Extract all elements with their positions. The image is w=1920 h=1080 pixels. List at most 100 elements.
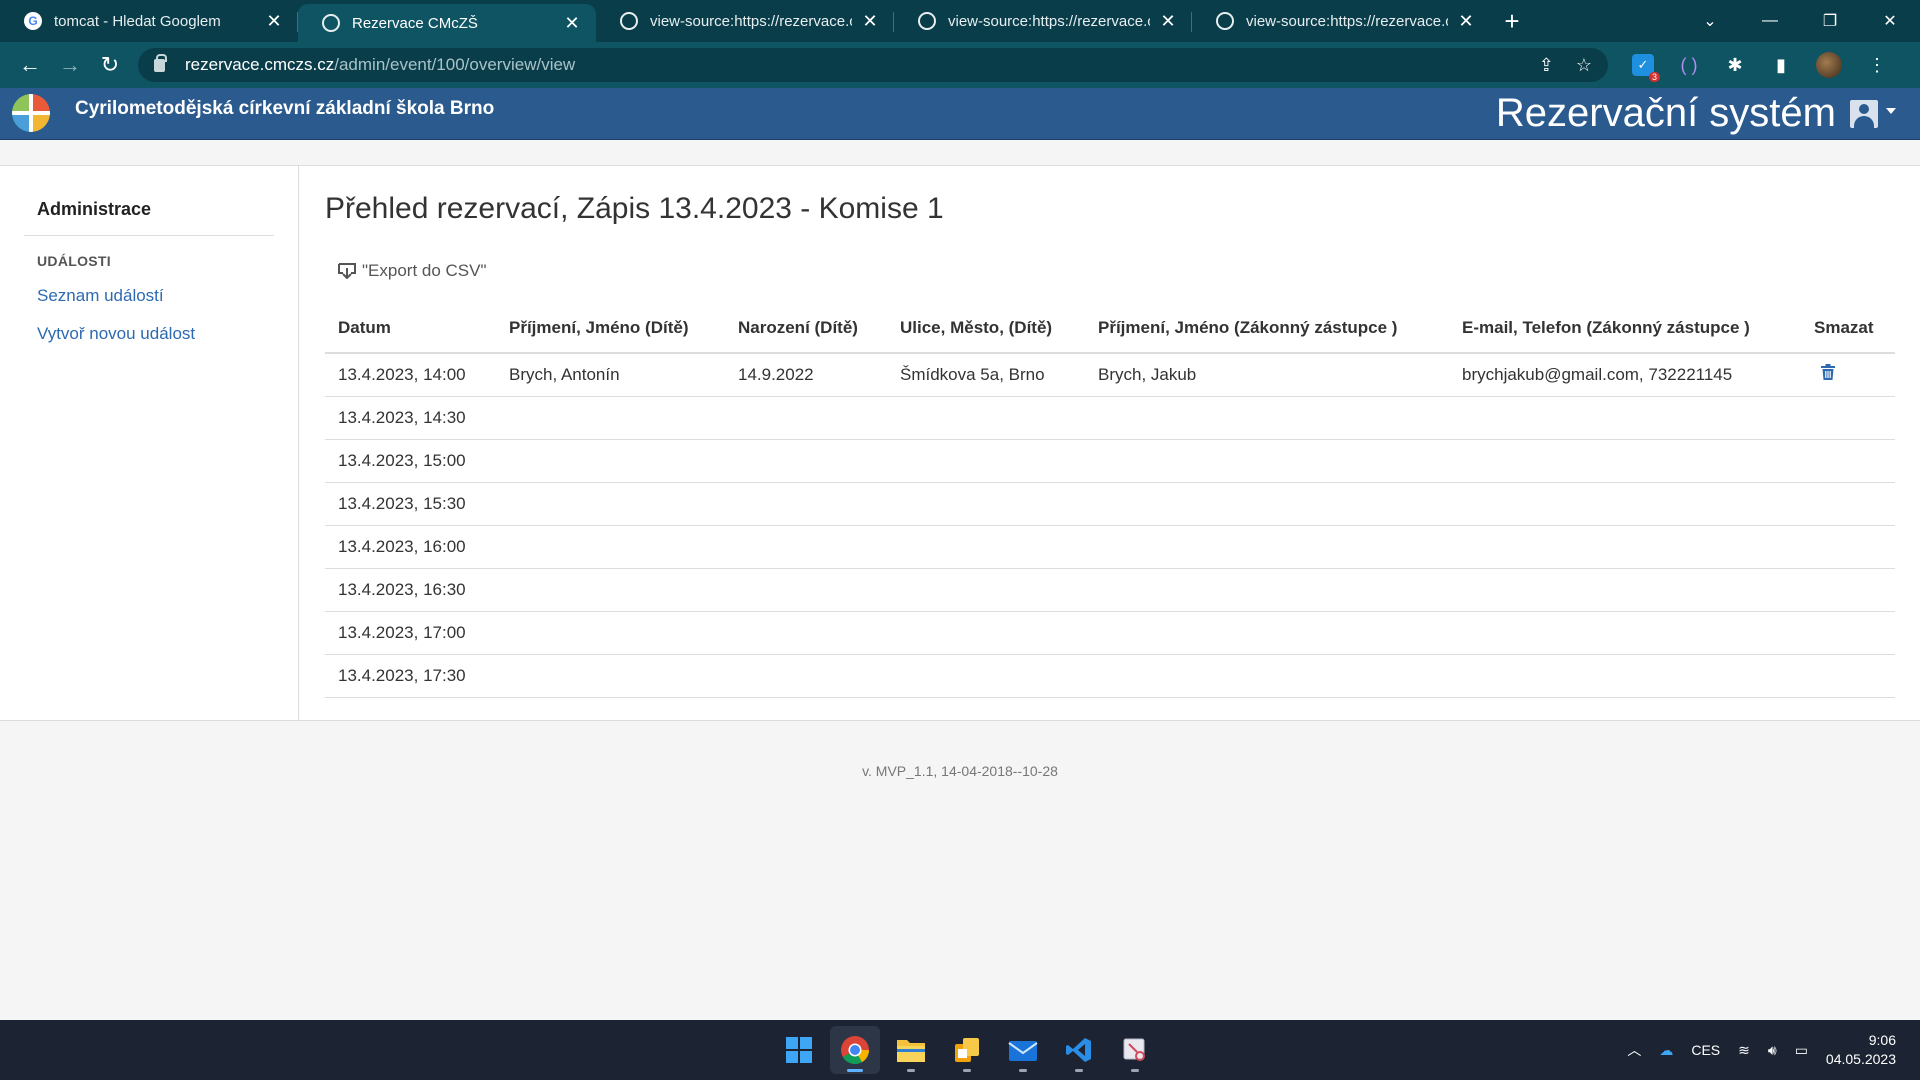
address-bar[interactable]: rezervace.cmczs.cz/admin/event/100/overv… bbox=[138, 48, 1608, 82]
menu-kebab-icon[interactable]: ⋮ bbox=[1866, 54, 1888, 76]
google-icon: G bbox=[24, 12, 42, 30]
file-explorer-icon[interactable] bbox=[886, 1026, 936, 1074]
onedrive-icon[interactable]: ☁ bbox=[1659, 1042, 1673, 1059]
cell-contact bbox=[1449, 482, 1801, 526]
cell-child-name bbox=[496, 611, 725, 655]
window-controls: ⌄ — ❐ ✕ bbox=[1680, 0, 1920, 42]
browser-tab-active[interactable]: Rezervace CMcZŠ ✕ bbox=[298, 4, 596, 42]
cell-contact bbox=[1449, 525, 1801, 569]
bookmark-star-icon[interactable]: ☆ bbox=[1576, 55, 1592, 76]
cell-birth bbox=[725, 482, 887, 526]
battery-icon[interactable]: ▭ bbox=[1795, 1042, 1808, 1059]
close-tab-icon[interactable]: ✕ bbox=[264, 11, 284, 32]
sidebar-section-events: UDÁLOSTI bbox=[37, 253, 111, 269]
new-tab-button[interactable]: + bbox=[1490, 0, 1534, 42]
cell-guardian bbox=[1085, 525, 1449, 569]
browser-tab[interactable]: view-source:https://rezervace.cm ✕ bbox=[894, 0, 1192, 42]
sidebar-item-event-list[interactable]: Seznam událostí bbox=[37, 286, 164, 306]
cell-delete bbox=[1801, 353, 1895, 397]
chevron-down-icon[interactable] bbox=[1886, 108, 1896, 114]
cell-birth bbox=[725, 396, 887, 440]
close-tab-icon[interactable]: ✕ bbox=[1158, 11, 1178, 32]
extension-badge: 3 bbox=[1648, 72, 1660, 82]
cell-contact bbox=[1449, 654, 1801, 698]
reload-icon[interactable]: ↻ bbox=[90, 47, 130, 83]
restore-icon[interactable]: ❐ bbox=[1800, 11, 1860, 31]
running-indicator bbox=[907, 1069, 915, 1072]
mail-icon[interactable] bbox=[998, 1026, 1048, 1074]
share-icon[interactable]: ⇪ bbox=[1539, 55, 1554, 76]
cell-address bbox=[887, 396, 1085, 440]
cell-child-name bbox=[496, 439, 725, 483]
cell-delete bbox=[1801, 568, 1895, 612]
running-indicator bbox=[847, 1069, 863, 1072]
close-window-icon[interactable]: ✕ bbox=[1860, 11, 1920, 31]
cell-birth bbox=[725, 525, 887, 569]
chevron-up-icon[interactable]: ︿ bbox=[1627, 1040, 1641, 1060]
cell-address bbox=[887, 525, 1085, 569]
running-indicator bbox=[963, 1069, 971, 1072]
browser-toolbar: ← → ↻ rezervace.cmczs.cz/admin/event/100… bbox=[0, 42, 1920, 88]
cell-birth bbox=[725, 611, 887, 655]
clock[interactable]: 9:06 04.05.2023 bbox=[1826, 1031, 1896, 1069]
sidebar-item-create-event[interactable]: Vytvoř novou událost bbox=[37, 324, 195, 344]
cell-contact bbox=[1449, 396, 1801, 440]
tab-title: view-source:https://rezervace.cm bbox=[948, 12, 1150, 30]
tab-search-icon[interactable]: ⌄ bbox=[1680, 11, 1740, 31]
cell-child-name bbox=[496, 396, 725, 440]
chrome-icon[interactable] bbox=[830, 1026, 880, 1074]
table-row: 13.4.2023, 17:30 bbox=[325, 654, 1895, 698]
cell-guardian bbox=[1085, 611, 1449, 655]
table-header-row: Datum Příjmení, Jméno (Dítě) Narození (D… bbox=[325, 303, 1895, 354]
cell-address bbox=[887, 439, 1085, 483]
cell-guardian bbox=[1085, 482, 1449, 526]
table-row: 13.4.2023, 17:00 bbox=[325, 611, 1895, 655]
profile-avatar[interactable] bbox=[1816, 52, 1842, 78]
cell-birth bbox=[725, 654, 887, 698]
page-title: Přehled rezervací, Zápis 13.4.2023 - Kom… bbox=[325, 192, 944, 225]
dev-extension-icon[interactable]: ( ) bbox=[1678, 54, 1700, 76]
close-tab-icon[interactable]: ✕ bbox=[860, 11, 880, 32]
wifi-icon[interactable]: ≋ bbox=[1738, 1042, 1750, 1059]
cell-delete bbox=[1801, 439, 1895, 483]
cell-child-name: Brych, Antonín bbox=[496, 353, 725, 397]
lock-icon[interactable] bbox=[154, 53, 167, 72]
cell-date: 13.4.2023, 17:00 bbox=[325, 611, 496, 655]
language-indicator[interactable]: CES bbox=[1691, 1042, 1720, 1058]
column-header-address: Ulice, Město, (Dítě) bbox=[887, 303, 1085, 354]
browser-tab[interactable]: view-source:https://rezervace.cm ✕ bbox=[596, 0, 894, 42]
url-host: rezervace.cmczs.cz bbox=[185, 55, 335, 74]
user-icon[interactable] bbox=[1850, 100, 1878, 128]
cell-date: 13.4.2023, 14:30 bbox=[325, 396, 496, 440]
forward-icon[interactable]: → bbox=[50, 47, 90, 83]
cell-delete bbox=[1801, 525, 1895, 569]
todo-extension-icon[interactable]: ✓ 3 bbox=[1632, 54, 1660, 82]
back-icon[interactable]: ← bbox=[10, 47, 50, 83]
cell-birth bbox=[725, 439, 887, 483]
close-tab-icon[interactable]: ✕ bbox=[1456, 11, 1476, 32]
browser-tab[interactable]: view-source:https://rezervace.cm ✕ bbox=[1192, 0, 1490, 42]
cell-guardian: Brych, Jakub bbox=[1085, 353, 1449, 397]
browser-tab[interactable]: G tomcat - Hledat Googlem ✕ bbox=[0, 0, 298, 42]
cell-date: 13.4.2023, 15:00 bbox=[325, 439, 496, 483]
start-icon[interactable] bbox=[774, 1026, 824, 1074]
trash-icon[interactable] bbox=[1821, 364, 1835, 381]
table-row: 13.4.2023, 16:00 bbox=[325, 525, 1895, 569]
globe-icon bbox=[918, 12, 936, 30]
side-panel-icon[interactable]: ▮ bbox=[1770, 54, 1792, 76]
running-indicator bbox=[1019, 1069, 1027, 1072]
cell-guardian bbox=[1085, 439, 1449, 483]
minimize-icon[interactable]: — bbox=[1740, 12, 1800, 30]
snipping-tool-icon[interactable] bbox=[1110, 1026, 1160, 1074]
vscode-icon[interactable] bbox=[1054, 1026, 1104, 1074]
taskbar-apps bbox=[774, 1026, 1160, 1074]
cell-birth: 14.9.2022 bbox=[725, 353, 887, 397]
close-tab-icon[interactable]: ✕ bbox=[562, 13, 582, 34]
export-csv-button[interactable]: "Export do CSV" bbox=[338, 261, 487, 281]
puzzle-extensions-icon[interactable]: ✱ bbox=[1724, 54, 1746, 76]
url-path: /admin/event/100/overview/view bbox=[334, 55, 576, 74]
school-logo[interactable] bbox=[12, 94, 50, 132]
volume-icon[interactable]: 🔊︎ bbox=[1768, 1042, 1777, 1059]
office-icon[interactable] bbox=[942, 1026, 992, 1074]
cell-date: 13.4.2023, 14:00 bbox=[325, 353, 496, 397]
